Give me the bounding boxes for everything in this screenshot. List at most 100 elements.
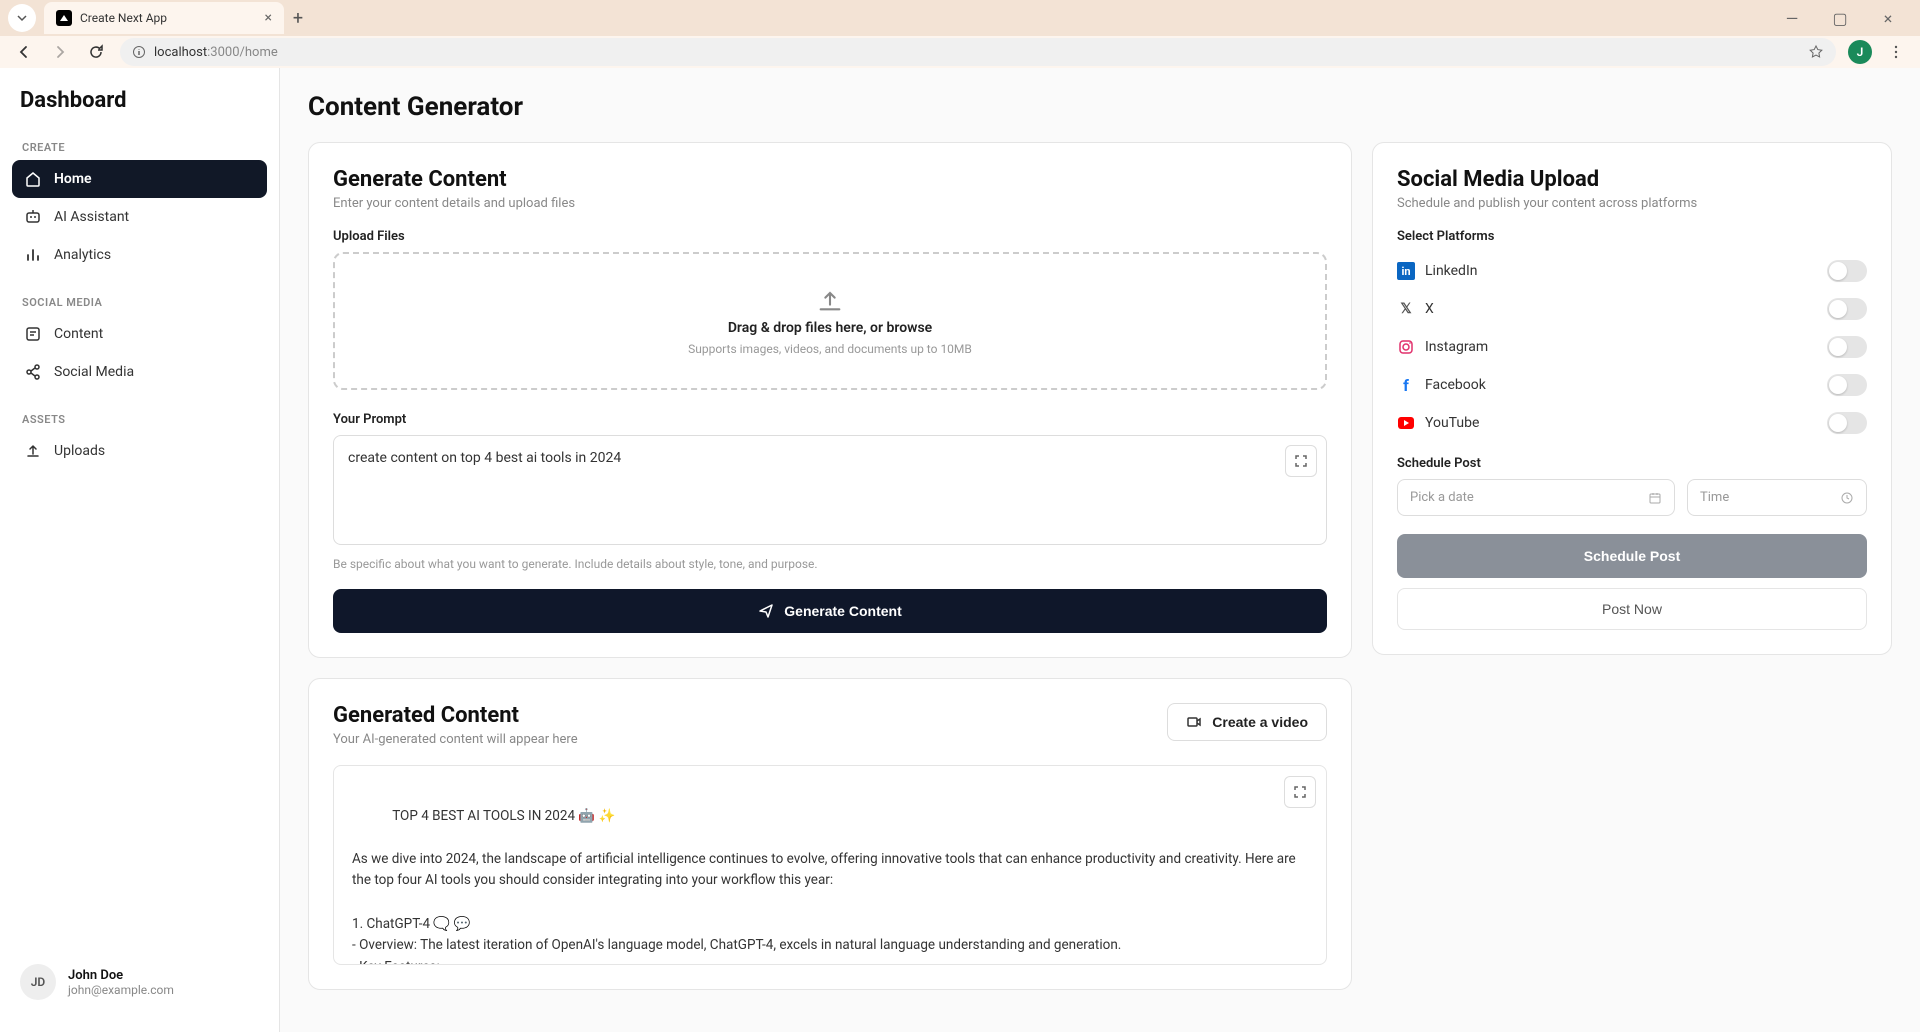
upload-icon (24, 442, 42, 460)
close-window-button[interactable]: × (1868, 4, 1908, 32)
send-icon (758, 603, 774, 619)
new-tab-button[interactable]: + (284, 4, 312, 32)
clock-icon (1840, 491, 1854, 505)
sidebar-item-social-media[interactable]: Social Media (12, 353, 267, 391)
sidebar-item-label: Uploads (54, 443, 105, 459)
app: Dashboard CREATE Home AI Assistant Analy… (0, 68, 1920, 1032)
generated-title: Generated Content (333, 703, 578, 728)
time-placeholder: Time (1700, 490, 1729, 505)
window-controls: — ▢ × (1772, 4, 1920, 32)
social-upload-card: Social Media Upload Schedule and publish… (1372, 142, 1892, 655)
sidebar: Dashboard CREATE Home AI Assistant Analy… (0, 68, 280, 1032)
sidebar-item-uploads[interactable]: Uploads (12, 432, 267, 470)
linkedin-icon: in (1397, 262, 1415, 280)
platform-row-youtube: YouTube (1397, 404, 1867, 442)
toggle-instagram[interactable] (1827, 336, 1867, 358)
toggle-youtube[interactable] (1827, 412, 1867, 434)
sidebar-item-content[interactable]: Content (12, 315, 267, 353)
bot-icon (24, 208, 42, 226)
social-subtitle: Schedule and publish your content across… (1397, 196, 1867, 211)
sidebar-title: Dashboard (12, 88, 267, 133)
sidebar-item-label: Social Media (54, 364, 134, 380)
prompt-hint: Be specific about what you want to gener… (333, 557, 1327, 571)
video-icon (1186, 714, 1202, 730)
generate-title: Generate Content (333, 167, 1327, 192)
prompt-label: Your Prompt (333, 412, 1327, 427)
sidebar-user[interactable]: JD John Doe john@example.com (12, 952, 267, 1012)
create-video-label: Create a video (1212, 714, 1308, 730)
browser-tab[interactable]: Create Next App × (44, 2, 284, 34)
upload-cloud-icon (816, 286, 844, 314)
browser-menu-button[interactable] (1884, 40, 1908, 64)
prompt-input[interactable] (333, 435, 1327, 545)
forward-button[interactable] (48, 40, 72, 64)
platform-row-x: 𝕏 X (1397, 290, 1867, 328)
schedule-post-button[interactable]: Schedule Post (1397, 534, 1867, 578)
expand-output-button[interactable] (1284, 776, 1316, 808)
sidebar-item-analytics[interactable]: Analytics (12, 236, 267, 274)
upload-label: Upload Files (333, 229, 1327, 244)
platform-name: Instagram (1425, 339, 1488, 355)
generate-card: Generate Content Enter your content deta… (308, 142, 1352, 658)
calendar-icon (1648, 491, 1662, 505)
dropzone-text: Drag & drop files here, or browse (728, 320, 932, 336)
back-button[interactable] (12, 40, 36, 64)
sidebar-item-label: Content (54, 326, 103, 342)
profile-badge[interactable]: J (1848, 40, 1872, 64)
url-bar[interactable]: localhost:3000/home (120, 38, 1836, 66)
create-video-button[interactable]: Create a video (1167, 703, 1327, 741)
tab-close-button[interactable]: × (265, 10, 272, 26)
browser-chrome: Create Next App × + — ▢ × localhost:3000… (0, 0, 1920, 68)
platform-name: YouTube (1425, 415, 1479, 431)
url-text: localhost:3000/home (154, 45, 278, 60)
expand-icon (1294, 454, 1308, 468)
platform-name: LinkedIn (1425, 263, 1478, 279)
generated-output: TOP 4 BEST AI TOOLS IN 2024 🤖 ✨ As we di… (333, 765, 1327, 965)
platform-row-instagram: Instagram (1397, 328, 1867, 366)
sidebar-item-home[interactable]: Home (12, 160, 267, 198)
generate-subtitle: Enter your content details and upload fi… (333, 196, 1327, 211)
post-now-button[interactable]: Post Now (1397, 588, 1867, 630)
page-title: Content Generator (308, 92, 1892, 122)
tab-title: Create Next App (80, 11, 257, 25)
generated-body: TOP 4 BEST AI TOOLS IN 2024 🤖 ✨ As we di… (352, 808, 1299, 965)
toggle-facebook[interactable] (1827, 374, 1867, 396)
date-placeholder: Pick a date (1410, 490, 1474, 505)
date-picker[interactable]: Pick a date (1397, 479, 1675, 516)
tab-favicon-icon (56, 10, 72, 26)
main-content: Content Generator Generate Content Enter… (280, 68, 1920, 1032)
sidebar-section-assets: ASSETS (12, 405, 267, 432)
user-avatar: JD (20, 964, 56, 1000)
tab-search-button[interactable] (8, 4, 36, 32)
content-icon (24, 325, 42, 343)
time-picker[interactable]: Time (1687, 479, 1867, 516)
minimize-button[interactable]: — (1772, 4, 1812, 32)
user-name: John Doe (68, 968, 174, 983)
sidebar-item-label: Analytics (54, 247, 111, 263)
dropzone-subtext: Supports images, videos, and documents u… (688, 342, 972, 356)
upload-dropzone[interactable]: Drag & drop files here, or browse Suppor… (333, 252, 1327, 390)
schedule-label: Schedule Post (1397, 456, 1867, 471)
instagram-icon (1397, 338, 1415, 356)
platform-name: Facebook (1425, 377, 1486, 393)
facebook-icon: f (1397, 376, 1415, 394)
generate-button-label: Generate Content (784, 603, 901, 619)
maximize-button[interactable]: ▢ (1820, 4, 1860, 32)
bookmark-icon[interactable] (1808, 44, 1824, 60)
sidebar-item-ai-assistant[interactable]: AI Assistant (12, 198, 267, 236)
youtube-icon (1397, 414, 1415, 432)
platform-name: X (1425, 301, 1434, 317)
toggle-linkedin[interactable] (1827, 260, 1867, 282)
sidebar-section-create: CREATE (12, 133, 267, 160)
home-icon (24, 170, 42, 188)
tab-bar: Create Next App × + — ▢ × (0, 0, 1920, 36)
reload-button[interactable] (84, 40, 108, 64)
analytics-icon (24, 246, 42, 264)
generate-button[interactable]: Generate Content (333, 589, 1327, 633)
expand-icon (1293, 785, 1307, 799)
site-info-icon (132, 45, 146, 59)
toggle-x[interactable] (1827, 298, 1867, 320)
platform-row-facebook: f Facebook (1397, 366, 1867, 404)
expand-prompt-button[interactable] (1285, 445, 1317, 477)
platform-row-linkedin: in LinkedIn (1397, 252, 1867, 290)
